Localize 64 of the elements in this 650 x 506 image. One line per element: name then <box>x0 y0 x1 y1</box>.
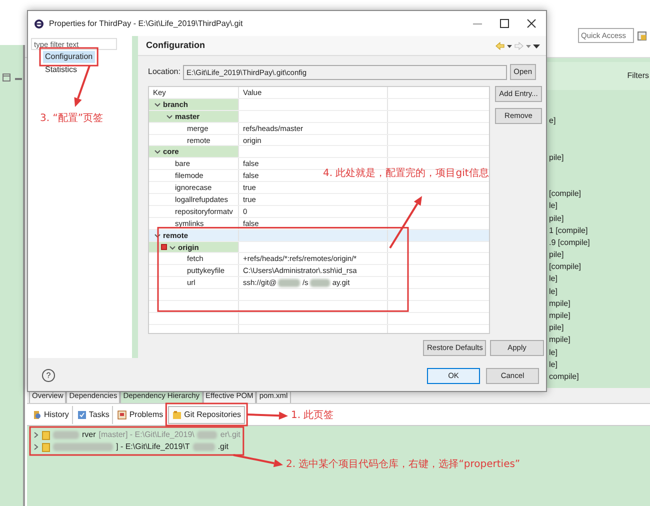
annotation-note: 3. “配置”页签 <box>40 113 104 125</box>
dependency-item[interactable]: 1 [compile] <box>549 226 650 238</box>
perspective-icon[interactable] <box>637 31 647 41</box>
annotation-note: 1. 此页签 <box>291 410 334 422</box>
repository-path: ] - E:\Git\Life_2019\T <box>116 442 190 452</box>
repository-path: .git <box>218 442 228 452</box>
chevron-down-icon[interactable] <box>154 100 161 108</box>
dependency-item[interactable]: e] <box>549 116 650 128</box>
window-icon[interactable] <box>2 73 11 82</box>
dependency-item[interactable]: le] <box>549 201 650 214</box>
dependency-item[interactable]: mpile] <box>549 298 650 311</box>
history-icon <box>32 410 42 420</box>
view-tab[interactable]: Git Repositories <box>168 406 246 424</box>
annotation-arrow <box>247 412 288 420</box>
blurred-text <box>53 443 113 451</box>
repository-path: [master] - E:\Git\Life_2019\ <box>98 430 194 440</box>
chevron-down-icon[interactable] <box>166 112 173 120</box>
menu-caret-icon[interactable] <box>533 42 540 50</box>
dependency-item[interactable]: [compile] <box>549 189 650 202</box>
chevron-down-icon[interactable] <box>154 148 161 156</box>
dependency-item[interactable]: mpile] <box>549 335 650 348</box>
page-title: Configuration <box>146 40 205 51</box>
maximize-icon[interactable] <box>500 19 509 28</box>
filters-label: Filters <box>627 71 649 81</box>
window-title: Properties for ThirdPay - E:\Git\Life_2019\ThirdPay\.git <box>49 18 243 28</box>
dependency-item[interactable]: .9 [compile] <box>549 238 650 250</box>
blurred-text <box>197 431 218 439</box>
dependency-item[interactable]: le] <box>549 360 650 372</box>
dependency-item[interactable]: le] <box>549 348 650 360</box>
blurred-text <box>192 443 215 451</box>
blurred-text <box>53 431 79 439</box>
annotation-frame <box>39 47 98 66</box>
view-tab-label: Git Repositories <box>184 410 242 420</box>
dependency-item[interactable]: pile] <box>549 152 650 165</box>
blurred-text <box>278 278 300 287</box>
annotation-arrow <box>389 196 422 249</box>
view-tab-label: Problems <box>129 410 164 420</box>
blurred-text <box>310 278 330 287</box>
dependency-item[interactable]: le] <box>549 286 650 299</box>
dependency-item[interactable]: [compile] <box>549 262 650 274</box>
repository-icon <box>172 410 182 420</box>
page-item[interactable]: Statistics <box>43 64 80 76</box>
close-icon[interactable] <box>527 19 536 28</box>
dependency-item[interactable]: pile] <box>549 214 650 226</box>
page-item[interactable]: Configuration <box>43 51 95 63</box>
view-tab-label: History <box>44 410 69 420</box>
dependency-item[interactable]: le] <box>549 274 650 287</box>
repository-name[interactable]: rver <box>82 430 96 440</box>
location-label: Location: <box>148 67 180 77</box>
chevron-down-icon[interactable] <box>154 232 161 239</box>
view-tab-label: Tasks <box>88 410 110 420</box>
app-icon <box>34 18 44 28</box>
dependency-item[interactable]: mpile] <box>549 311 650 324</box>
help-icon[interactable]: ? <box>42 369 55 382</box>
annotation-note: 4. 此处就是，配置完的，项目git信息 <box>323 168 489 180</box>
problems-icon <box>117 410 128 420</box>
dependency-item[interactable]: pile] <box>549 323 650 336</box>
chevron-down-icon[interactable] <box>169 244 176 251</box>
repository-path: er\.git <box>220 430 240 440</box>
dependency-item[interactable]: pile] <box>549 250 650 262</box>
annotation-arrow <box>233 454 283 468</box>
tasks-icon <box>76 410 87 420</box>
annotation-note: 2. 选中某个项目代码仓库，右键，选择“properties” <box>286 459 520 471</box>
dependency-item[interactable]: compile] <box>549 372 650 384</box>
